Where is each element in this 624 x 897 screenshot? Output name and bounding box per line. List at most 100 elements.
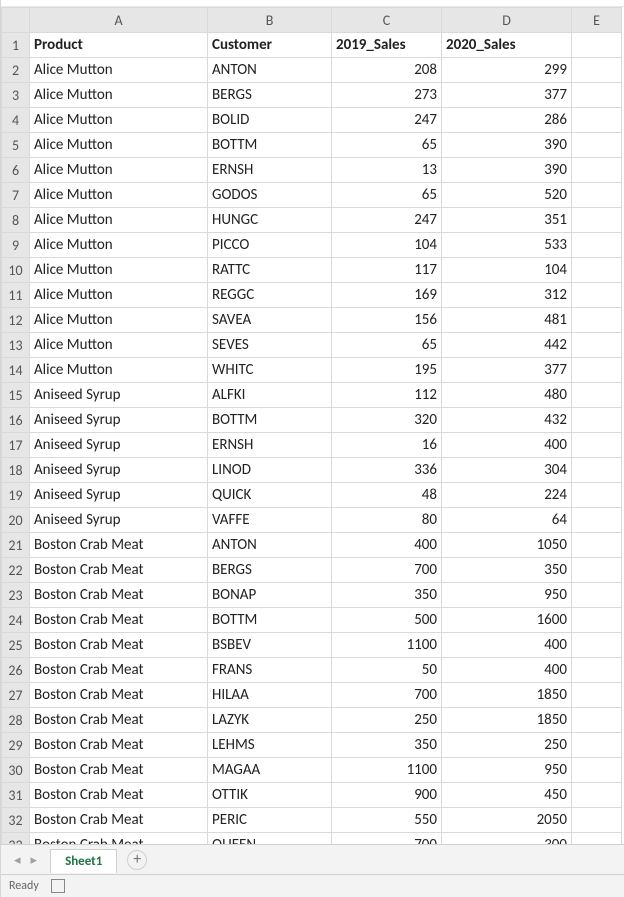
cell[interactable]: Boston Crab Meat	[30, 758, 208, 783]
cell[interactable]	[572, 783, 622, 808]
table-row[interactable]: 7Alice MuttonGODOS65520	[2, 183, 622, 208]
row-header[interactable]: 7	[2, 183, 30, 208]
row-header[interactable]: 30	[2, 758, 30, 783]
cell[interactable]: 13	[332, 158, 442, 183]
cell[interactable]: 2050	[442, 808, 572, 833]
table-row[interactable]: 8Alice MuttonHUNGC247351	[2, 208, 622, 233]
cell[interactable]: Boston Crab Meat	[30, 658, 208, 683]
cell[interactable]: 533	[442, 233, 572, 258]
cell[interactable]	[572, 83, 622, 108]
cell[interactable]: 550	[332, 808, 442, 833]
cell[interactable]: 247	[332, 108, 442, 133]
cell[interactable]: 208	[332, 58, 442, 83]
cell[interactable]: 390	[442, 158, 572, 183]
cell[interactable]: Boston Crab Meat	[30, 608, 208, 633]
cell[interactable]: 1600	[442, 608, 572, 633]
cell[interactable]: 50	[332, 658, 442, 683]
table-row[interactable]: 14Alice MuttonWHITC195377	[2, 358, 622, 383]
table-row[interactable]: 17Aniseed SyrupERNSH16400	[2, 433, 622, 458]
cell[interactable]	[572, 558, 622, 583]
cell[interactable]: 64	[442, 508, 572, 533]
cell[interactable]: Aniseed Syrup	[30, 408, 208, 433]
cell[interactable]: Alice Mutton	[30, 158, 208, 183]
cell[interactable]: 950	[442, 758, 572, 783]
sheet-tab-active[interactable]: Sheet1	[50, 849, 117, 873]
column-header-row[interactable]: A B C D E	[2, 8, 622, 33]
cell[interactable]: Aniseed Syrup	[30, 383, 208, 408]
sheet-nav-prev-icon[interactable]: ◂	[11, 851, 24, 870]
header-row[interactable]: 1 Product Customer 2019_Sales 2020_Sales	[2, 33, 622, 58]
cell[interactable]	[572, 208, 622, 233]
table-row[interactable]: 26Boston Crab MeatFRANS50400	[2, 658, 622, 683]
cell[interactable]	[572, 283, 622, 308]
cell[interactable]: 1050	[442, 533, 572, 558]
cell[interactable]	[572, 33, 622, 58]
row-header[interactable]: 5	[2, 133, 30, 158]
cell[interactable]: Alice Mutton	[30, 283, 208, 308]
cell[interactable]: ALFKI	[208, 383, 332, 408]
cell[interactable]: 480	[442, 383, 572, 408]
row-header[interactable]: 23	[2, 583, 30, 608]
worksheet-grid[interactable]: A B C D E 1 Product Customer 2019_Sales …	[1, 7, 622, 883]
cell[interactable]: 80	[332, 508, 442, 533]
cell[interactable]: 304	[442, 458, 572, 483]
cell[interactable]: FRANS	[208, 658, 332, 683]
cell[interactable]: 250	[332, 708, 442, 733]
cell[interactable]: Boston Crab Meat	[30, 783, 208, 808]
table-row[interactable]: 28Boston Crab MeatLAZYK2501850	[2, 708, 622, 733]
table-row[interactable]: 2Alice MuttonANTON208299	[2, 58, 622, 83]
cell[interactable]: QUICK	[208, 483, 332, 508]
cell[interactable]: 350	[332, 583, 442, 608]
row-header[interactable]: 8	[2, 208, 30, 233]
cell[interactable]: 950	[442, 583, 572, 608]
cell[interactable]: 1850	[442, 708, 572, 733]
table-row[interactable]: 29Boston Crab MeatLEHMS350250	[2, 733, 622, 758]
cell[interactable]: 481	[442, 308, 572, 333]
cell[interactable]: 400	[442, 658, 572, 683]
cell[interactable]: 169	[332, 283, 442, 308]
cell[interactable]: Alice Mutton	[30, 208, 208, 233]
cell[interactable]: 104	[442, 258, 572, 283]
table-row[interactable]: 23Boston Crab MeatBONAP350950	[2, 583, 622, 608]
cell[interactable]: GODOS	[208, 183, 332, 208]
cell[interactable]	[572, 483, 622, 508]
cell[interactable]: 320	[332, 408, 442, 433]
col-header-E[interactable]: E	[572, 8, 622, 33]
cell[interactable]: 65	[332, 333, 442, 358]
cell[interactable]	[572, 733, 622, 758]
cell[interactable]	[572, 708, 622, 733]
cell[interactable]: Alice Mutton	[30, 83, 208, 108]
select-all-corner[interactable]	[2, 8, 30, 33]
cell[interactable]: 450	[442, 783, 572, 808]
cell[interactable]: 224	[442, 483, 572, 508]
row-header[interactable]: 1	[2, 33, 30, 58]
cell[interactable]: LEHMS	[208, 733, 332, 758]
cell[interactable]: RATTC	[208, 258, 332, 283]
cell[interactable]	[572, 583, 622, 608]
table-row[interactable]: 27Boston Crab MeatHILAA7001850	[2, 683, 622, 708]
table-row[interactable]: 5Alice MuttonBOTTM65390	[2, 133, 622, 158]
cell[interactable]: 195	[332, 358, 442, 383]
table-row[interactable]: 9Alice MuttonPICCO104533	[2, 233, 622, 258]
cell[interactable]: ANTON	[208, 58, 332, 83]
row-header[interactable]: 18	[2, 458, 30, 483]
cell[interactable]: Boston Crab Meat	[30, 533, 208, 558]
cell[interactable]	[572, 158, 622, 183]
cell[interactable]: BERGS	[208, 558, 332, 583]
cell[interactable]: 400	[332, 533, 442, 558]
cell[interactable]: 247	[332, 208, 442, 233]
cell[interactable]: Alice Mutton	[30, 183, 208, 208]
row-header[interactable]: 22	[2, 558, 30, 583]
table-row[interactable]: 6Alice MuttonERNSH13390	[2, 158, 622, 183]
row-header[interactable]: 27	[2, 683, 30, 708]
cell[interactable]: Boston Crab Meat	[30, 808, 208, 833]
table-row[interactable]: 11Alice MuttonREGGC169312	[2, 283, 622, 308]
cell[interactable]: Aniseed Syrup	[30, 508, 208, 533]
cell[interactable]: HILAA	[208, 683, 332, 708]
cell[interactable]: BERGS	[208, 83, 332, 108]
cell[interactable]: 400	[442, 433, 572, 458]
cell[interactable]: MAGAA	[208, 758, 332, 783]
table-row[interactable]: 22Boston Crab MeatBERGS700350	[2, 558, 622, 583]
cell[interactable]: 900	[332, 783, 442, 808]
cell[interactable]: 312	[442, 283, 572, 308]
